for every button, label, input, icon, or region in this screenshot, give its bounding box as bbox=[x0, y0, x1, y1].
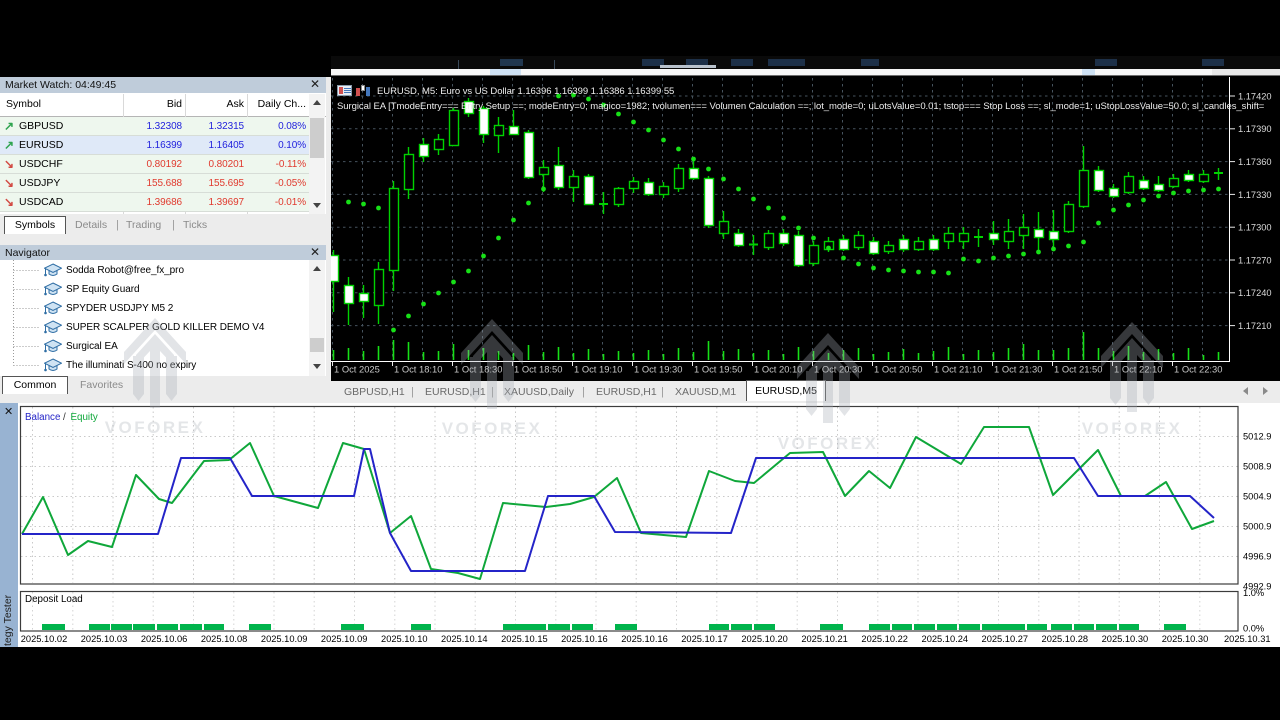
svg-text:VOFOREX: VOFOREX bbox=[105, 418, 206, 437]
svg-text:VOFOREX: VOFOREX bbox=[442, 419, 543, 438]
svg-text:VOFOREX: VOFOREX bbox=[778, 434, 879, 453]
svg-text:VOFOREX: VOFOREX bbox=[1082, 419, 1183, 438]
